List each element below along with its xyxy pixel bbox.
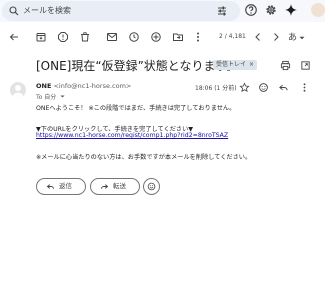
chevron-down-icon[interactable] xyxy=(299,35,305,41)
move-to-folder-icon[interactable] xyxy=(172,31,184,43)
pagination-count: 2 / 4,181 xyxy=(219,33,246,40)
search-options-icon[interactable] xyxy=(216,5,228,17)
account-avatar[interactable] xyxy=(311,3,325,17)
registration-link[interactable]: https://www.nc1-horse.com/regist/comp1.p… xyxy=(36,132,228,139)
open-in-new-window-icon[interactable] xyxy=(300,60,311,71)
sender-avatar[interactable] xyxy=(10,82,26,98)
archive-icon[interactable] xyxy=(35,31,47,43)
mark-unread-icon[interactable] xyxy=(106,31,118,43)
inbox-label-chip: 受信トレイ × xyxy=(213,60,258,70)
snooze-clock-icon[interactable] xyxy=(128,31,140,43)
sender-email: <info@nc1-horse.com> xyxy=(53,82,132,90)
search-bar[interactable]: メールを検索 xyxy=(2,1,240,21)
more-vert-icon[interactable] xyxy=(299,82,310,93)
reply-button-label: 返信 xyxy=(59,182,72,190)
chevron-left-icon[interactable] xyxy=(252,31,264,43)
reply-icon xyxy=(46,184,54,189)
sender-name[interactable]: ONE xyxy=(36,82,51,90)
body-line-welcome: ONEへようこそ！ ※この段階ではまだ、手続きは完了しておりません。 xyxy=(36,105,236,112)
recipient-line[interactable]: To 自分 xyxy=(36,92,65,101)
search-input[interactable]: メールを検索 xyxy=(23,5,71,16)
star-icon[interactable] xyxy=(239,82,250,93)
remove-label-button[interactable]: × xyxy=(249,61,254,68)
more-vert-icon[interactable] xyxy=(192,31,204,43)
reply-button[interactable]: 返信 xyxy=(36,178,86,195)
emoji-reaction-button[interactable] xyxy=(143,178,160,195)
sender-info: ONE <info@nc1-horse.com> xyxy=(36,82,131,90)
forward-button-label: 転送 xyxy=(113,182,126,190)
body-line-disclaimer: ※メールに心当たりのない方は、お手数ですが本メールを削除してください。 xyxy=(36,154,252,161)
input-tools-language[interactable]: あ xyxy=(288,30,297,43)
chevron-down-icon[interactable] xyxy=(60,94,65,99)
top-bar: メールを検索 xyxy=(0,0,325,22)
message-toolbar: 2 / 4,181 あ xyxy=(0,27,325,47)
chevron-right-icon[interactable] xyxy=(270,31,282,43)
search-icon[interactable] xyxy=(8,5,20,17)
gemini-sparkle-icon[interactable] xyxy=(284,3,298,17)
reply-icon[interactable] xyxy=(278,82,289,93)
forward-icon xyxy=(101,184,109,189)
back-arrow-icon[interactable] xyxy=(8,31,20,43)
settings-gear-icon[interactable] xyxy=(264,3,278,17)
print-icon[interactable] xyxy=(280,60,291,71)
recipient-to[interactable]: To 自分 xyxy=(36,94,56,101)
emoji-icon xyxy=(147,182,156,191)
email-subject: [ONE]現在“仮登録”状態となります。 xyxy=(36,59,239,73)
report-spam-icon[interactable] xyxy=(57,31,69,43)
help-icon[interactable] xyxy=(244,3,258,17)
emoji-reaction-icon[interactable] xyxy=(258,82,269,93)
forward-button[interactable]: 転送 xyxy=(90,178,140,195)
email-timestamp: 18:06 (1 分前) xyxy=(195,85,237,92)
inbox-label-text: 受信トレイ xyxy=(216,61,247,68)
delete-trash-icon[interactable] xyxy=(79,31,91,43)
person-icon xyxy=(12,85,24,98)
add-task-icon[interactable] xyxy=(150,31,162,43)
